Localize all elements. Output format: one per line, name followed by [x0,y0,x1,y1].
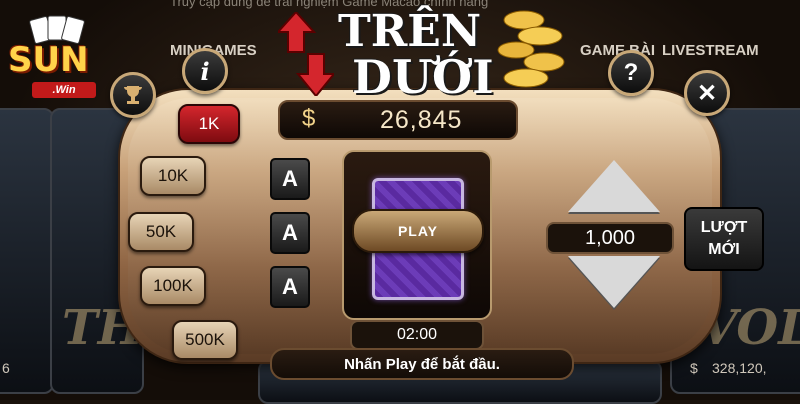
chip-10k[interactable]: 10K [140,156,206,196]
new-round-button[interactable]: LƯỢT MỚI [684,207,764,271]
nav-livestream[interactable]: LIVESTREAM [662,42,759,59]
help-button[interactable]: ? [608,50,654,96]
ace-card: A [270,266,310,308]
timer: 02:00 [350,320,484,350]
new-round-label-1: LƯỢT [700,219,748,236]
ace-card: A [270,158,310,200]
trophy-button[interactable] [110,72,156,118]
bet-amount: 1,000 [546,222,674,254]
close-button[interactable]: ✕ [684,70,730,116]
gold-coins-icon [497,10,565,88]
bg-value-left: 6 [2,360,10,376]
logo-text: SUN [8,40,89,80]
chip-500k[interactable]: 500K [172,320,238,360]
help-icon: ? [623,59,639,86]
new-round-label-2: MỚI [708,241,740,258]
close-icon: ✕ [696,79,718,107]
bg-value-right: 328,120, [712,360,767,376]
trophy-icon [124,86,142,104]
chip-50k[interactable]: 50K [128,212,194,252]
lower-arrow-button[interactable] [568,256,660,308]
bg-currency-right: $ [690,360,698,376]
info-button[interactable]: i [182,48,228,94]
sun-win-logo: SUN .Win [4,14,104,104]
chip-1k[interactable]: 1K [178,104,240,144]
play-button[interactable]: PLAY [352,209,484,253]
status-message: Nhấn Play để bắt đầu. [270,348,574,380]
ace-card: A [270,212,310,254]
title-line2: DƯỚI [352,50,494,104]
info-icon: i [200,56,210,86]
dollar-icon: $ [302,105,316,132]
balance-display: $ 26,845 [278,100,518,140]
up-down-arrows-icon [278,12,334,96]
balance-value: 26,845 [380,106,463,134]
higher-arrow-button[interactable] [568,160,660,212]
bg-game-card-left[interactable] [0,108,54,394]
logo-ribbon: .Win [32,82,96,98]
chip-100k[interactable]: 100K [140,266,206,306]
